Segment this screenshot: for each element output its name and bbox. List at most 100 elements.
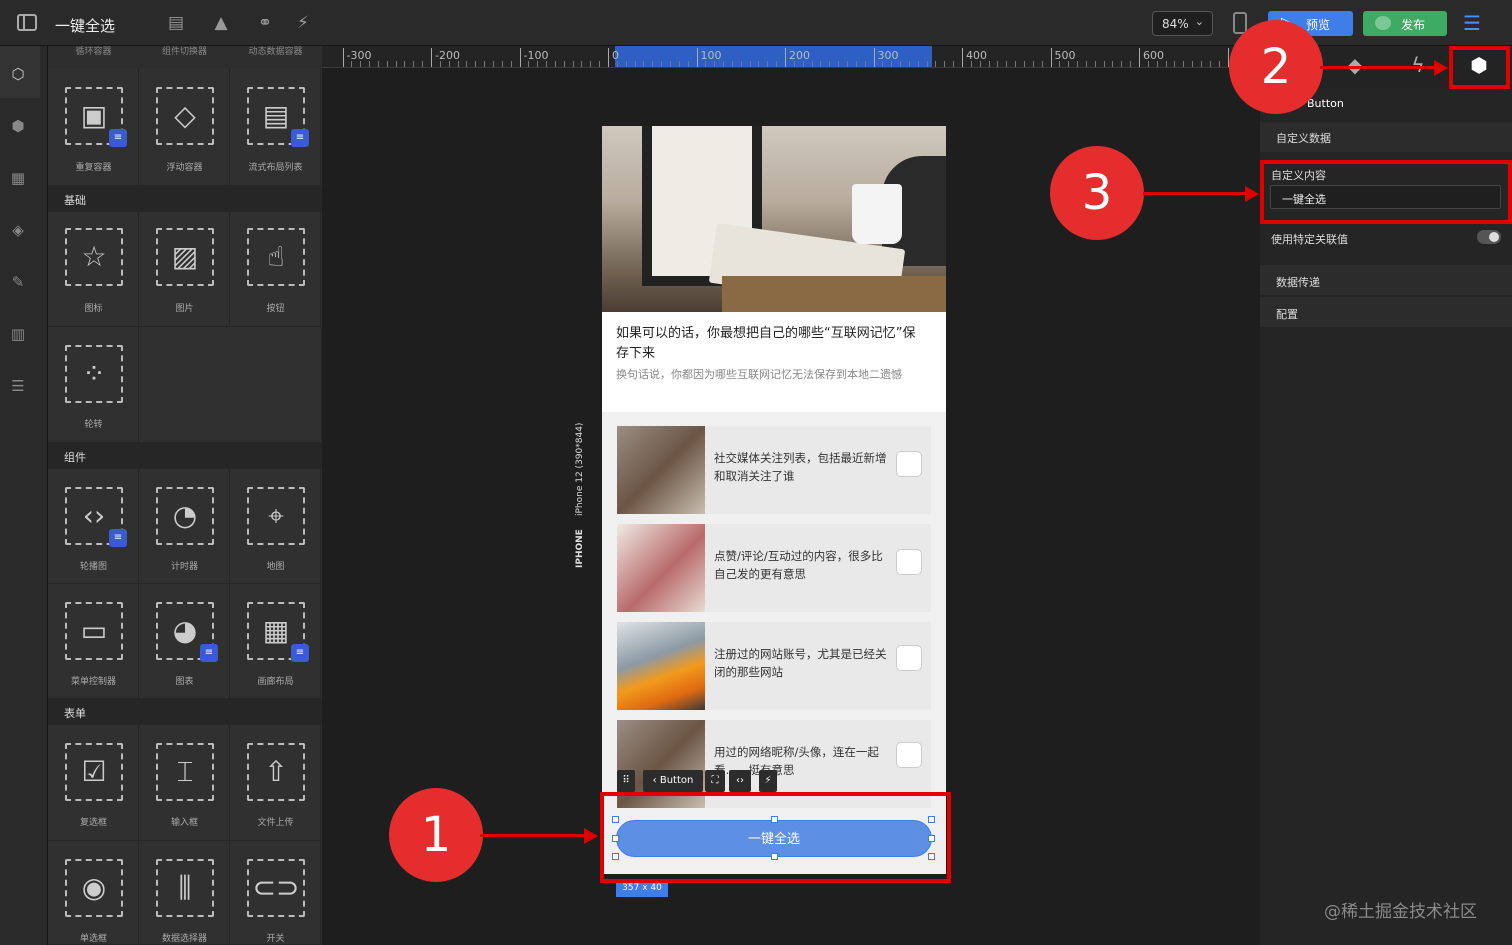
action-icon[interactable]: ⚡ bbox=[292, 12, 314, 34]
data-picker-icon: ⫼ bbox=[156, 859, 214, 917]
component-flow-layout[interactable]: ▤ ≡ 流式布局列表 bbox=[230, 68, 321, 186]
component-float-container[interactable]: ◇ 浮动容器 bbox=[139, 68, 230, 186]
component-repeat-container[interactable]: ▣ ≡ 重复容器 bbox=[48, 68, 139, 186]
list-item[interactable]: 点赞/评论/互动过的内容，很多比自己发的更有意思 bbox=[617, 524, 931, 612]
ruler-minor-tick bbox=[749, 61, 751, 67]
radio-icon: ◉ bbox=[65, 859, 123, 917]
component-radio[interactable]: ◉ 单选框 bbox=[48, 841, 139, 945]
gallery-icon: ▦ ≡ bbox=[247, 602, 309, 662]
item-checkbox[interactable] bbox=[896, 742, 922, 768]
button-icon: ☝ bbox=[247, 228, 305, 286]
pin-icon[interactable]: ✎ bbox=[9, 274, 27, 290]
ruler-tick-label: -200 bbox=[435, 49, 460, 62]
ruler-minor-tick bbox=[855, 61, 857, 67]
spinner-icon: ⁘ bbox=[65, 345, 123, 403]
ruler-minor-tick bbox=[1006, 61, 1008, 67]
component-label: 图表 bbox=[175, 677, 194, 687]
ruler-major-tick bbox=[696, 48, 698, 67]
component-icon[interactable]: ☆ 图标 bbox=[48, 212, 139, 327]
item-checkbox[interactable] bbox=[896, 549, 922, 575]
ruler-minor-tick bbox=[1015, 61, 1017, 67]
component-switch[interactable]: ⊂⊃ 开关 bbox=[230, 841, 321, 945]
list-item[interactable]: 注册过的网站账号，尤其是已经关闭的那些网站 bbox=[617, 622, 931, 710]
item-checkbox[interactable] bbox=[896, 645, 922, 671]
map-icon: ⌖ bbox=[247, 487, 305, 545]
layout-icon[interactable]: ▦ bbox=[9, 170, 27, 186]
component-checkbox[interactable]: ☑ 复选框 bbox=[48, 725, 139, 841]
arrow-head-icon bbox=[584, 828, 598, 844]
ruler-minor-tick bbox=[1068, 61, 1070, 67]
publish-button[interactable]: 发布 bbox=[1363, 11, 1447, 36]
component-upload[interactable]: ⇧ 文件上传 bbox=[230, 725, 321, 841]
item-text: 社交媒体关注列表，包括最近新增和取消关注了谁 bbox=[714, 451, 887, 483]
custom-data-section[interactable]: 自定义数据 bbox=[1260, 122, 1512, 152]
share-icon[interactable]: ⚭ bbox=[254, 12, 276, 34]
style-tab-icon[interactable]: ◆ bbox=[1342, 52, 1368, 78]
component-chart[interactable]: ◕ ≡ 图表 bbox=[139, 584, 230, 699]
component-label: 流式布局列表 bbox=[248, 163, 303, 173]
drive-icon[interactable]: ▲ bbox=[210, 12, 232, 34]
list-icon[interactable]: ☰ bbox=[9, 378, 27, 394]
ruler-minor-tick bbox=[466, 61, 468, 67]
ruler-minor-tick bbox=[731, 61, 733, 67]
component-label: 菜单控制器 bbox=[70, 677, 116, 687]
ruler-minor-tick bbox=[1147, 61, 1149, 67]
ruler-minor-tick bbox=[369, 61, 371, 67]
blocks-icon[interactable]: ⬢ bbox=[9, 118, 27, 134]
sidebar-toggle-icon[interactable] bbox=[17, 14, 37, 31]
layers-icon[interactable]: ◈ bbox=[9, 222, 27, 238]
component-button[interactable]: ☝ 按钮 bbox=[230, 212, 321, 327]
component-timer[interactable]: ◔ 计时器 bbox=[139, 469, 230, 584]
component-spinner[interactable]: ⁘ 轮转 bbox=[48, 327, 139, 443]
ruler-tick-label: 100 bbox=[700, 49, 722, 62]
timer-icon: ◔ bbox=[156, 487, 214, 545]
section-form-header: 表单 bbox=[48, 699, 322, 725]
settings-sliders-icon[interactable]: ☰ bbox=[1463, 12, 1485, 34]
component-data-picker[interactable]: ⫼ 数据选择器 bbox=[139, 841, 230, 945]
ruler-major-tick bbox=[431, 48, 432, 67]
page-icon[interactable]: ▤ bbox=[165, 12, 187, 34]
component-menu-controller[interactable]: ▭ 菜单控制器 bbox=[48, 584, 139, 699]
arrow-head-icon bbox=[1245, 186, 1259, 202]
ruler-minor-tick bbox=[377, 61, 379, 67]
item-checkbox[interactable] bbox=[896, 451, 922, 477]
drag-handle-icon[interactable]: ⠿ bbox=[617, 770, 635, 792]
database-icon: ≡ bbox=[109, 129, 127, 147]
app-title: 一键全选 bbox=[55, 17, 116, 35]
ruler-minor-tick bbox=[829, 61, 831, 67]
component-carousel[interactable]: ‹› ≡ 轮播图 bbox=[48, 469, 139, 584]
ruler-minor-tick bbox=[492, 61, 494, 67]
action-tab-icon[interactable]: ϟ bbox=[1405, 52, 1431, 78]
ruler-minor-tick bbox=[554, 61, 556, 67]
annotation-arrow-3 bbox=[1143, 192, 1247, 195]
ruler-minor-tick bbox=[838, 61, 840, 67]
list-item[interactable]: 社交媒体关注列表，包括最近新增和取消关注了谁 bbox=[617, 426, 931, 514]
ruler-major-tick bbox=[519, 48, 521, 67]
use-specific-value-toggle[interactable] bbox=[1477, 230, 1501, 244]
ruler-minor-tick bbox=[979, 61, 981, 67]
component-label: 开关 bbox=[266, 934, 285, 944]
ruler-minor-tick bbox=[501, 61, 503, 67]
component-gallery[interactable]: ▦ ≡ 画廊布局 bbox=[230, 584, 321, 699]
code-icon[interactable]: ‹› bbox=[729, 770, 751, 792]
ruler-minor-tick bbox=[846, 61, 848, 67]
cube-icon[interactable]: ⬡ bbox=[9, 66, 27, 82]
publish-label: 发布 bbox=[1401, 18, 1426, 32]
ruler-minor-tick bbox=[448, 61, 450, 67]
component-label: 单选框 bbox=[79, 934, 107, 944]
config-section[interactable]: 配置 bbox=[1260, 297, 1512, 327]
lightning-icon[interactable]: ⚡ bbox=[759, 770, 777, 792]
component-map[interactable]: ⌖ 地图 bbox=[230, 469, 321, 584]
component-image[interactable]: ▨ 图片 bbox=[139, 212, 230, 327]
input-icon: ⌶ bbox=[156, 743, 214, 801]
component-input[interactable]: ⌶ 输入框 bbox=[139, 725, 230, 841]
pages-icon[interactable]: ▥ bbox=[9, 326, 27, 342]
expand-icon[interactable]: ⛶ bbox=[705, 770, 725, 792]
component-parent-button[interactable]: ‹ Button bbox=[643, 770, 703, 792]
checkbox-icon: ☑ bbox=[65, 743, 123, 801]
ruler-minor-tick bbox=[802, 61, 804, 67]
zoom-select[interactable]: 84% ⌄ bbox=[1152, 11, 1213, 36]
component-panel: 循环容器 组件切换器 动态数据容器 ▣ ≡ 重复容器 ◇ 浮动容器 ▤ ≡ 流式布局… bbox=[48, 46, 322, 945]
data-passing-section[interactable]: 数据传递 bbox=[1260, 265, 1512, 295]
zoom-value: 84% bbox=[1162, 17, 1189, 31]
